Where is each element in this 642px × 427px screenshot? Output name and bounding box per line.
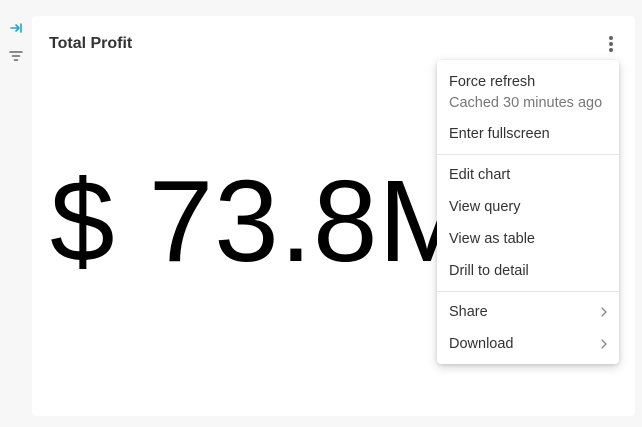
menu-divider	[437, 291, 619, 292]
menu-divider	[437, 154, 619, 155]
big-number-value: $ 73.8M	[50, 156, 477, 286]
chart-context-menu: Force refresh Cached 30 minutes ago Ente…	[437, 60, 619, 364]
menu-item-drill-to-detail[interactable]: Drill to detail	[437, 255, 619, 287]
filter-sidebar-rail	[0, 0, 32, 427]
chart-title: Total Profit	[49, 35, 133, 52]
menu-item-download[interactable]: Download	[437, 328, 619, 360]
menu-item-force-refresh[interactable]: Force refresh Cached 30 minutes ago	[437, 66, 619, 118]
chevron-right-icon	[601, 307, 607, 317]
share-label: Share	[449, 304, 488, 320]
filter-icon[interactable]	[8, 48, 24, 64]
expand-right-icon[interactable]	[8, 20, 24, 36]
force-refresh-label: Force refresh	[449, 74, 536, 90]
kebab-menu-icon[interactable]	[603, 34, 619, 54]
menu-item-edit-chart[interactable]: Edit chart	[437, 159, 619, 191]
menu-item-view-query[interactable]: View query	[437, 191, 619, 223]
menu-item-share[interactable]: Share	[437, 296, 619, 328]
download-label: Download	[449, 336, 514, 352]
menu-item-enter-fullscreen[interactable]: Enter fullscreen	[437, 118, 619, 150]
chevron-right-icon	[601, 339, 607, 349]
cached-time-note: Cached 30 minutes ago	[449, 95, 603, 111]
menu-item-view-as-table[interactable]: View as table	[437, 223, 619, 255]
